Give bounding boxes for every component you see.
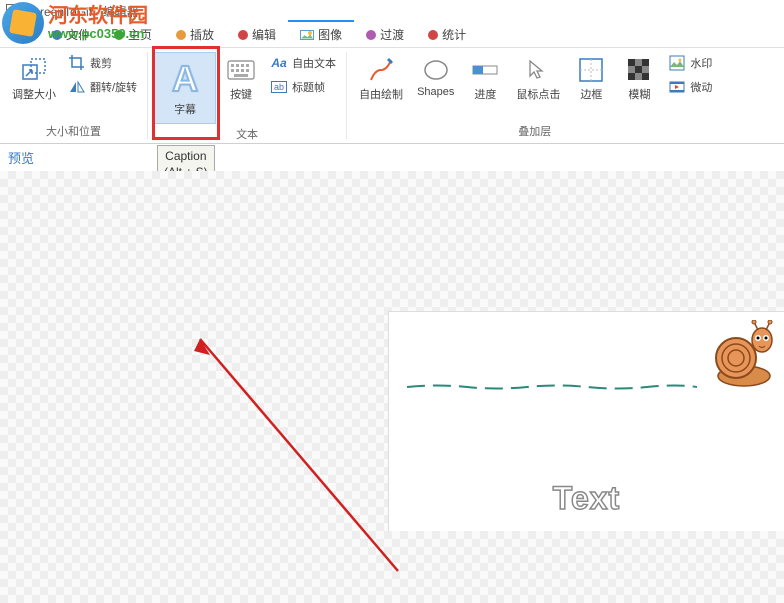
- pencil-icon: [367, 56, 395, 84]
- caption-icon: A: [165, 59, 205, 99]
- pixelate-icon: [625, 56, 653, 84]
- flip-rotate-button[interactable]: 翻转/旋转: [64, 76, 141, 98]
- keyboard-icon: [227, 56, 255, 84]
- free-draw-button[interactable]: 自由绘制: [353, 52, 409, 106]
- group-label: 文本: [236, 126, 258, 142]
- preview-area: Text: [0, 171, 784, 603]
- crop-icon: [68, 54, 86, 72]
- menu-file[interactable]: 文件: [40, 22, 102, 47]
- title-frame-icon: ab: [270, 78, 288, 96]
- border-button[interactable]: 边框: [568, 52, 614, 106]
- watermark-icon: [668, 54, 686, 72]
- preview-label: 预览: [0, 144, 784, 171]
- shapes-button[interactable]: Shapes: [411, 52, 460, 102]
- resize-button[interactable]: 调整大小: [6, 52, 62, 106]
- keys-button[interactable]: 按键: [218, 52, 264, 106]
- snail-trail: [407, 384, 697, 390]
- free-text-button[interactable]: Aa 自由文本: [266, 52, 340, 74]
- dot-icon: [176, 30, 186, 40]
- text-icon: Aa: [270, 54, 288, 72]
- resize-icon: [20, 56, 48, 84]
- menu-playback[interactable]: 插放: [164, 22, 226, 47]
- progress-icon: [471, 56, 499, 84]
- cursor-icon: [524, 56, 552, 84]
- border-icon: [577, 56, 605, 84]
- snail-image: [696, 320, 776, 390]
- flip-icon: [68, 78, 86, 96]
- app-icon: [6, 4, 20, 18]
- preview-canvas[interactable]: Text: [388, 311, 784, 531]
- dot-icon: [428, 30, 438, 40]
- image-icon: [300, 30, 314, 40]
- group-size-position: 调整大小 裁剪 翻转/旋转 大小和位置: [0, 52, 148, 139]
- group-label: 大小和位置: [46, 123, 101, 139]
- menu-stats[interactable]: 统计: [416, 22, 478, 47]
- ribbon: 调整大小 裁剪 翻转/旋转 大小和位置 A 字幕: [0, 48, 784, 144]
- dot-icon: [238, 30, 248, 40]
- menu-home[interactable]: 主页: [102, 22, 164, 47]
- group-label: 叠加层: [518, 123, 551, 139]
- dot-icon: [114, 30, 124, 40]
- obfuscate-button[interactable]: 模糊: [616, 52, 662, 106]
- mouse-clicks-button[interactable]: 鼠标点击: [510, 52, 566, 106]
- cinemagraph-icon: [668, 78, 686, 96]
- shapes-icon: [422, 56, 450, 84]
- dot-icon: [52, 30, 62, 40]
- crop-button[interactable]: 裁剪: [64, 52, 141, 74]
- menu-image[interactable]: 图像: [288, 20, 354, 47]
- progress-button[interactable]: 进度: [462, 52, 508, 106]
- watermark-button[interactable]: 水印: [664, 52, 716, 74]
- title-frame-button[interactable]: ab 标题帧: [266, 76, 340, 98]
- annotation-arrow: [70, 321, 410, 601]
- cinemagraph-button[interactable]: 微动: [664, 76, 716, 98]
- canvas-text: Text: [553, 480, 620, 517]
- window-title: ScreenToGif - 编辑器: [26, 3, 139, 20]
- group-text: A 字幕 按键 Aa 自由文本 ab 标题帧 文本: [148, 52, 347, 139]
- menu-bar: 文件 主页 插放 编辑 图像 过渡 统计: [0, 22, 784, 48]
- dot-icon: [366, 30, 376, 40]
- title-bar: ScreenToGif - 编辑器: [0, 0, 784, 22]
- menu-edit[interactable]: 编辑: [226, 22, 288, 47]
- group-overlay: 自由绘制 Shapes 进度 鼠标点击 边框 模糊: [347, 52, 722, 139]
- menu-transition[interactable]: 过渡: [354, 22, 416, 47]
- caption-button[interactable]: A 字幕: [154, 52, 216, 124]
